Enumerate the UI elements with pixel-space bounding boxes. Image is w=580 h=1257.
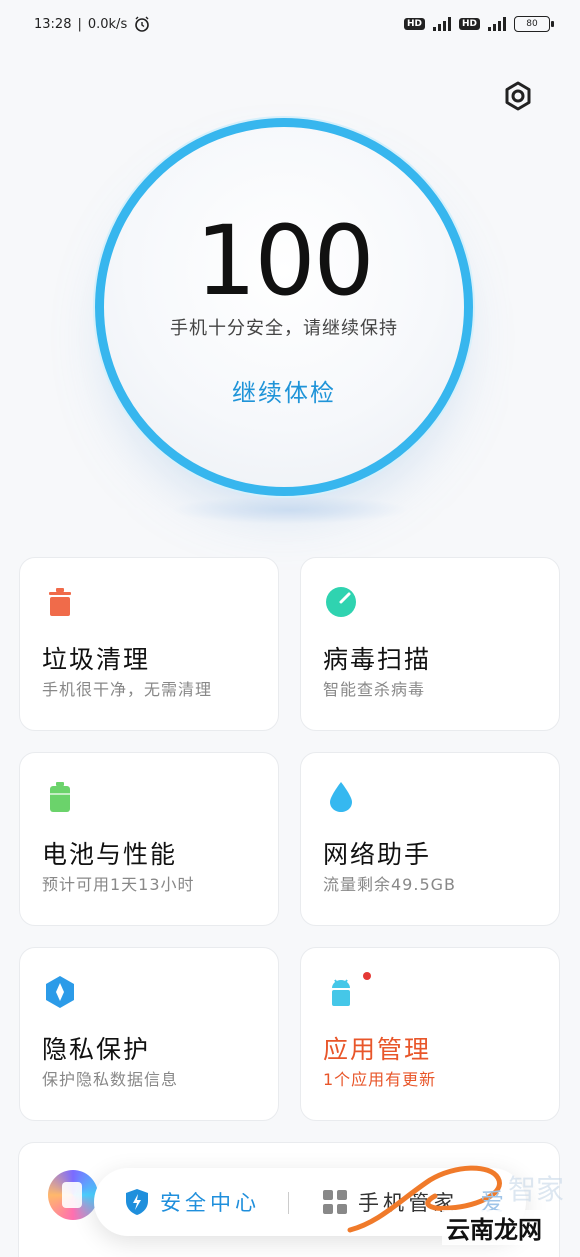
card-desc: 手机很干净，无需清理 [42, 680, 213, 699]
card-desc: 预计可用1天13小时 [42, 875, 195, 894]
status-time: 13:28 [34, 16, 72, 32]
tab-security-center[interactable]: 安全中心 [124, 1168, 260, 1236]
card-title: 网络助手 [323, 840, 432, 869]
android-icon [332, 979, 350, 1006]
tab-divider [288, 1192, 289, 1214]
settings-button[interactable] [498, 76, 538, 116]
card-desc: 流量剩余49.5GB [323, 875, 457, 894]
card-privacy-protection[interactable]: 隐私保护 保护隐私数据信息 [19, 947, 279, 1121]
battery-icon [50, 782, 70, 812]
hd-badge-1: HD [403, 18, 425, 30]
status-speed: 0.0k/s [87, 16, 128, 32]
score-circle[interactable]: 100 手机十分安全，请继续保持 继续体检 [95, 118, 473, 496]
card-desc: 智能查杀病毒 [323, 680, 426, 699]
battery-level: 80 [526, 19, 538, 29]
card-desc: 保护隐私数据信息 [42, 1070, 179, 1089]
watermark-faded-text: 智家 [508, 1173, 565, 1206]
alarm-icon [135, 16, 150, 32]
card-title: 隐私保护 [42, 1035, 151, 1064]
scan-icon [326, 587, 356, 617]
card-network-assistant[interactable]: 网络助手 流量剩余49.5GB [300, 752, 560, 926]
card-title: 垃圾清理 [42, 645, 151, 674]
card-title: 应用管理 [323, 1035, 432, 1064]
update-badge-dot [363, 972, 371, 980]
continue-check-button[interactable]: 继续体检 [104, 373, 464, 408]
score-circle-shadow [170, 496, 410, 524]
tab-label: 安全中心 [160, 1191, 260, 1215]
security-score: 100 [195, 205, 374, 317]
card-desc: 1个应用有更新 [323, 1070, 437, 1089]
watermark-site-name: 云南龙网 [442, 1210, 546, 1245]
status-bar: 13:28 | 0.0k/s HD HD 80 [0, 0, 580, 48]
shield-bolt-icon [126, 1189, 148, 1215]
status-right: HD HD 80 [403, 16, 554, 32]
hd-badge-2: HD [458, 18, 480, 30]
card-title: 病毒扫描 [323, 645, 432, 674]
card-virus-scan[interactable]: 病毒扫描 智能查杀病毒 [300, 557, 560, 731]
score-subtitle: 手机十分安全，请继续保持 [170, 318, 398, 339]
shield-icon [46, 976, 74, 1008]
signal-icon-2 [488, 17, 506, 31]
status-separator: | [77, 16, 82, 32]
battery-indicator: 80 [514, 16, 554, 32]
signal-icon-1 [432, 17, 451, 31]
water-drop-icon [330, 782, 352, 812]
card-battery-performance[interactable]: 电池与性能 预计可用1天13小时 [19, 752, 279, 926]
status-left: 13:28 | 0.0k/s [34, 15, 151, 33]
card-app-management[interactable]: 应用管理 1个应用有更新 [300, 947, 560, 1121]
app-logo [48, 1170, 98, 1220]
trash-icon [49, 588, 71, 616]
card-title: 电池与性能 [42, 840, 178, 869]
gear-icon [505, 81, 531, 111]
card-trash-cleanup[interactable]: 垃圾清理 手机很干净，无需清理 [19, 557, 279, 731]
